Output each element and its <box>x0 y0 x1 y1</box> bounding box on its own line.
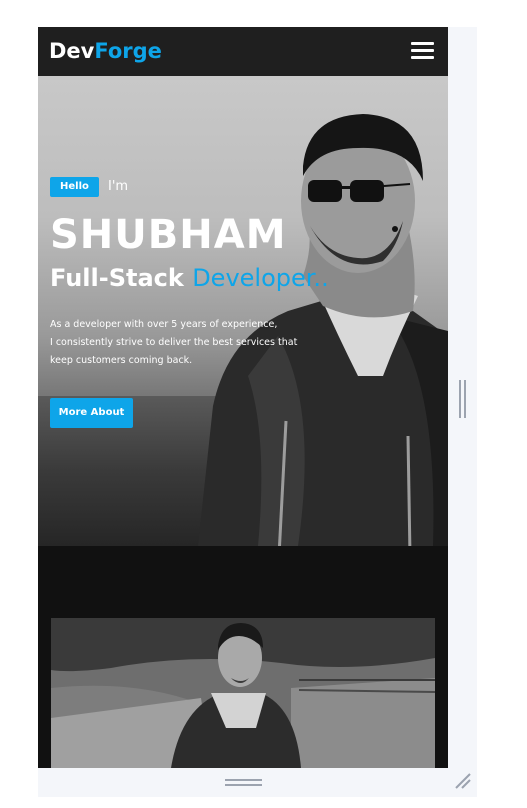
hero-description-line: I consistently strive to deliver the bes… <box>50 337 298 348</box>
navbar: DevForge <box>38 27 448 76</box>
brand-logo[interactable]: DevForge <box>49 39 162 63</box>
hero-name: SHUBHAM <box>50 212 287 258</box>
about-section <box>38 546 448 768</box>
hero-role-prefix: Full-Stack <box>50 264 184 292</box>
hero-description: As a developer with over 5 years of expe… <box>50 316 330 370</box>
about-portrait-image <box>51 618 435 768</box>
hamburger-menu-icon[interactable] <box>411 42 434 60</box>
page-viewport: DevForge Hello I'm SHUBHAM Full-Stack De… <box>38 27 448 768</box>
hello-badge: Hello <box>50 177 99 197</box>
hero-intro-text: I'm <box>108 179 129 194</box>
more-about-button[interactable]: More About <box>50 398 133 428</box>
brand-logo-suffix: Forge <box>94 39 162 63</box>
hero-description-line: As a developer with over 5 years of expe… <box>50 319 278 330</box>
hero-role: Full-Stack Developer.. <box>50 262 329 294</box>
resize-corner-icon[interactable] <box>454 772 472 790</box>
hero-portrait-image <box>198 114 448 546</box>
menu-bar <box>411 49 434 52</box>
hero-role-highlight: Developer.. <box>192 264 329 292</box>
hero-description-line: keep customers coming back. <box>50 355 193 366</box>
hero-section: Hello I'm SHUBHAM Full-Stack Developer..… <box>38 76 448 546</box>
menu-bar <box>411 42 434 45</box>
brand-logo-prefix: Dev <box>49 39 95 63</box>
vertical-resize-grip-icon[interactable] <box>459 380 467 418</box>
horizontal-resize-grip-icon[interactable] <box>225 779 262 787</box>
menu-bar <box>411 56 434 59</box>
